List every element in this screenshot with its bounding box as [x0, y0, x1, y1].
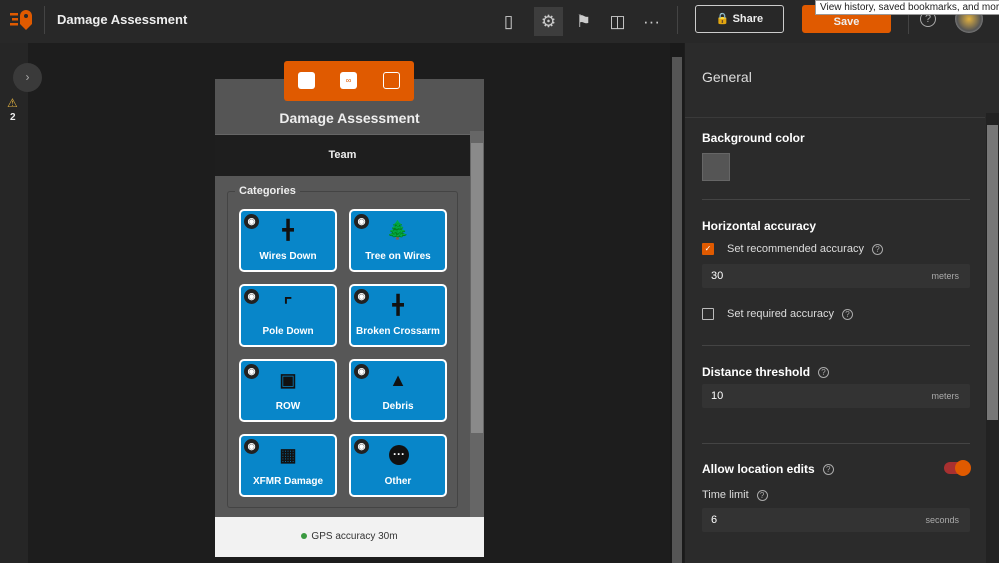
- unit-label: seconds: [925, 515, 959, 525]
- tooltip: View history, saved bookmarks, and more: [815, 0, 999, 15]
- location-edits-toggle[interactable]: [944, 460, 971, 476]
- gear-icon[interactable]: ⚙: [534, 7, 563, 36]
- time-limit-input[interactable]: 6 seconds: [702, 508, 970, 532]
- form-preview: Damage Assessment Team Categories ◉ ╋ Wire…: [215, 79, 484, 557]
- category-tile[interactable]: ◉ ▦ XFMR Damage: [239, 434, 337, 497]
- canvas-scrollbar[interactable]: [670, 43, 684, 563]
- recommended-accuracy-checkbox[interactable]: ✓: [702, 243, 714, 255]
- unit-label: meters: [931, 391, 959, 401]
- required-accuracy-label: Set required accuracy: [727, 308, 834, 320]
- more-icon: ···: [389, 445, 409, 465]
- category-tile[interactable]: ◉ ⌜ Pole Down: [239, 284, 337, 347]
- app-logo-icon[interactable]: [10, 9, 34, 31]
- category-icon: ╋: [392, 295, 404, 315]
- more-icon[interactable]: ···: [637, 7, 666, 36]
- category-icon: ⌜: [283, 295, 293, 315]
- layout-icon[interactable]: ◫: [603, 7, 632, 36]
- horizontal-accuracy-label: Horizontal accuracy: [702, 219, 817, 233]
- panel-title: General: [702, 69, 752, 85]
- category-label: Debris: [382, 401, 414, 412]
- category-label: Tree on Wires: [365, 251, 431, 262]
- top-bar: Damage Assessment ▯ ⚙ ⚑ ◫ ··· 🔒 Share Sa…: [0, 0, 999, 43]
- category-icon: ╋: [282, 220, 294, 240]
- category-label: Broken Crossarm: [356, 326, 440, 337]
- recommended-accuracy-label: Set recommended accuracy: [727, 243, 864, 255]
- settings-panel: General Background color Horizontal accu…: [685, 43, 999, 563]
- help-icon[interactable]: ?: [822, 464, 834, 476]
- category-label: Pole Down: [262, 326, 314, 337]
- time-limit-label: Time limit: [702, 489, 749, 501]
- distance-threshold-row: Distance threshold?: [702, 365, 830, 379]
- category-tile[interactable]: ◉ ··· Other: [349, 434, 447, 497]
- background-color-label: Background color: [702, 131, 805, 145]
- location-edits-label: Allow location edits: [702, 462, 815, 476]
- recommended-accuracy-row: Set recommended accuracy?: [727, 243, 883, 255]
- category-icon: ▦: [279, 445, 297, 465]
- expand-button[interactable]: ›: [13, 63, 42, 92]
- phone-icon[interactable]: ▯: [494, 7, 523, 36]
- category-tile[interactable]: ◉ ▲ Debris: [349, 359, 447, 422]
- required-accuracy-row: Set required accuracy?: [727, 308, 853, 320]
- warning-icon[interactable]: ⚠: [7, 96, 18, 110]
- background-color-swatch[interactable]: [702, 153, 730, 181]
- share-button[interactable]: 🔒 Share: [695, 5, 784, 33]
- recommended-accuracy-input[interactable]: 30 meters: [702, 264, 970, 288]
- preview-scrollbar[interactable]: [470, 131, 484, 517]
- gps-status-dot: [301, 533, 308, 539]
- left-strip: › ⚠ 2: [0, 43, 42, 563]
- camera-icon[interactable]: ◉: [354, 439, 369, 454]
- divider: [685, 117, 985, 118]
- help-icon[interactable]: ?: [756, 489, 768, 501]
- category-icon: ▲: [389, 370, 407, 390]
- location-edits-row: Allow location edits?: [702, 462, 834, 476]
- warning-count: 2: [10, 112, 16, 123]
- category-label: Wires Down: [259, 251, 317, 262]
- category-icon: 🌲: [386, 220, 410, 240]
- category-tile[interactable]: ◉ ▣ ROW: [239, 359, 337, 422]
- input-value: 10: [711, 390, 724, 402]
- unit-label: meters: [931, 271, 959, 281]
- input-value: 30: [711, 270, 724, 282]
- time-limit-row: Time limit?: [702, 489, 768, 501]
- category-icon: ▣: [279, 370, 297, 390]
- distance-threshold-label: Distance threshold: [702, 365, 811, 379]
- categories-label: Categories: [235, 185, 300, 197]
- share-label: Share: [732, 13, 764, 25]
- distance-threshold-input[interactable]: 10 meters: [702, 384, 970, 408]
- help-icon[interactable]: ?: [842, 308, 853, 320]
- category-label: XFMR Damage: [252, 476, 323, 487]
- map-icon[interactable]: ⚑: [569, 7, 598, 36]
- form-title: Damage Assessment: [279, 110, 420, 126]
- preview-size-toolbar: ∞: [284, 61, 414, 101]
- gps-footer: GPS accuracy 30m: [215, 517, 484, 557]
- app-title: Damage Assessment: [57, 12, 188, 27]
- gps-accuracy-text: GPS accuracy 30m: [311, 531, 398, 542]
- category-tile[interactable]: ◉ 🌲 Tree on Wires: [349, 209, 447, 272]
- help-icon[interactable]: ?: [818, 367, 830, 379]
- divider: [677, 6, 678, 34]
- fullscreen-button[interactable]: [383, 72, 400, 89]
- lock-icon: 🔒: [715, 13, 730, 25]
- tablet-size-button[interactable]: ∞: [340, 72, 357, 89]
- phone-size-button[interactable]: [298, 72, 315, 89]
- category-label: ROW: [275, 401, 301, 412]
- panel-scrollbar[interactable]: [986, 113, 999, 563]
- required-accuracy-checkbox[interactable]: [702, 308, 714, 320]
- help-icon[interactable]: ?: [871, 243, 883, 255]
- category-tile[interactable]: ◉ ╋ Wires Down: [239, 209, 337, 272]
- input-value: 6: [711, 514, 718, 526]
- team-bar[interactable]: Team: [215, 135, 470, 176]
- category-label: Other: [384, 476, 412, 487]
- category-tile[interactable]: ◉ ╋ Broken Crossarm: [349, 284, 447, 347]
- divider: [44, 6, 45, 34]
